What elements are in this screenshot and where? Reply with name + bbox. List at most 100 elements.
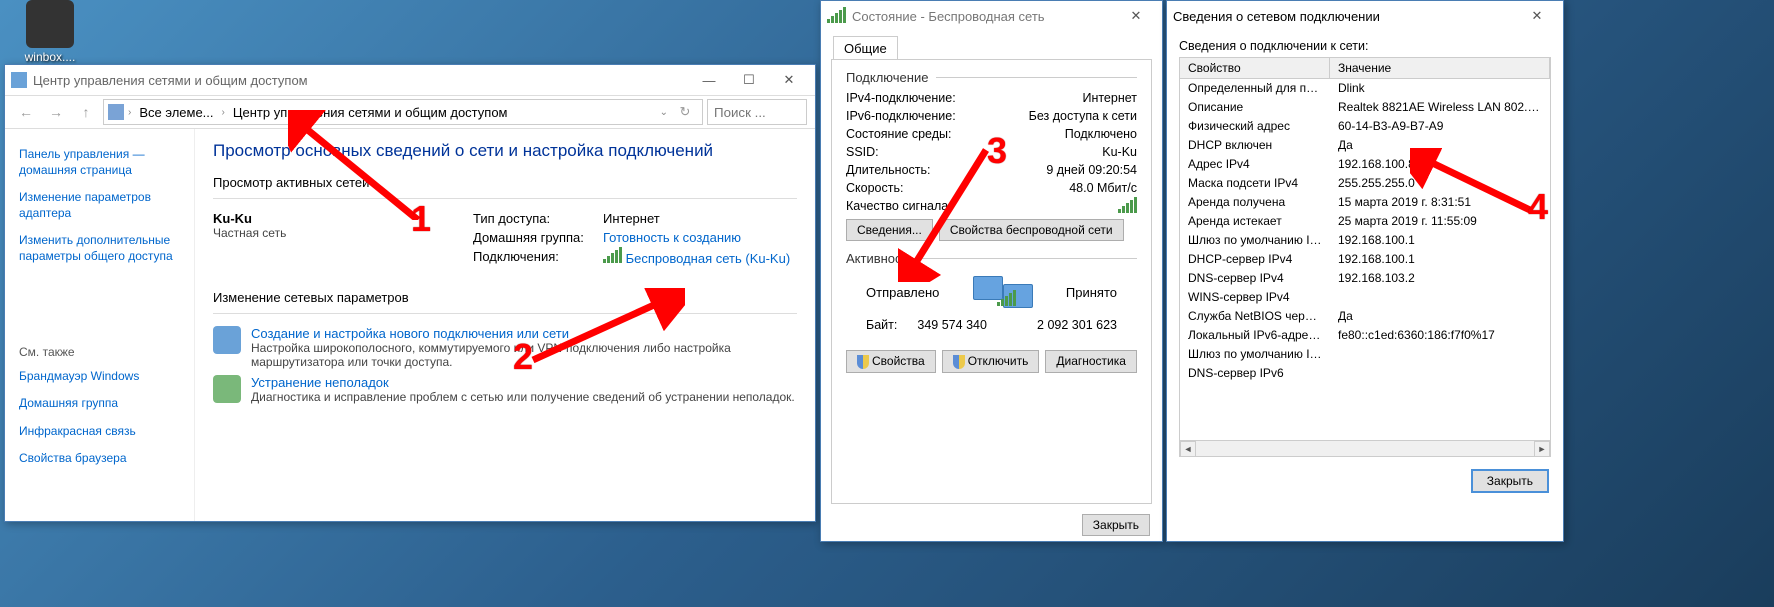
detail-row[interactable]: DHCP-сервер IPv4192.168.100.1 bbox=[1180, 250, 1550, 269]
column-property[interactable]: Свойство bbox=[1180, 58, 1330, 78]
bytes-received-value: 2 092 301 623 bbox=[1037, 318, 1117, 332]
homegroup-link[interactable]: Готовность к созданию bbox=[603, 230, 741, 245]
details-caption: Сведения о подключении к сети: bbox=[1179, 39, 1551, 53]
link-infrared[interactable]: Инфракрасная связь bbox=[19, 424, 180, 440]
address-bar-row: ← → ↑ › Все элеме... › Центр управления … bbox=[5, 95, 815, 129]
speed-label: Скорость: bbox=[846, 181, 903, 195]
signal-icon bbox=[827, 9, 846, 23]
task-desc: Настройка широкополосного, коммутируемог… bbox=[251, 341, 797, 369]
desktop-shortcut-winbox[interactable]: winbox.... bbox=[10, 0, 90, 64]
task-troubleshoot[interactable]: Устранение неполадок Диагностика и испра… bbox=[213, 375, 797, 404]
address-bar[interactable]: › Все элеме... › Центр управления сетями… bbox=[103, 99, 703, 125]
detail-row[interactable]: Служба NetBIOS через T...Да bbox=[1180, 307, 1550, 326]
minimize-button[interactable]: — bbox=[689, 66, 729, 94]
connection-section-label: Подключение bbox=[846, 70, 928, 85]
desktop-shortcut-label: winbox.... bbox=[10, 50, 90, 64]
detail-value: 192.168.100.1 bbox=[1330, 250, 1550, 269]
ssid-label: SSID: bbox=[846, 145, 879, 159]
link-adapter-settings[interactable]: Изменение параметров адаптера bbox=[19, 190, 180, 221]
shield-icon bbox=[953, 355, 965, 369]
back-button[interactable]: ← bbox=[13, 99, 39, 125]
chevron-right-icon: › bbox=[222, 107, 225, 118]
detail-row[interactable]: Локальный IPv6-адрес ка...fe80::c1ed:636… bbox=[1180, 326, 1550, 345]
signal-quality-icon bbox=[1118, 199, 1137, 213]
window-network-details: Сведения о сетевом подключении ✕ Сведени… bbox=[1166, 0, 1564, 542]
access-type-label: Тип доступа: bbox=[473, 211, 603, 226]
active-networks-heading: Просмотр активных сетей bbox=[213, 175, 797, 190]
task-new-connection[interactable]: Создание и настройка нового подключения … bbox=[213, 326, 797, 369]
up-button[interactable]: ↑ bbox=[73, 99, 99, 125]
ipv4-value: Интернет bbox=[1082, 91, 1137, 105]
tab-general[interactable]: Общие bbox=[833, 36, 898, 60]
duration-label: Длительность: bbox=[846, 163, 931, 177]
link-browser-props[interactable]: Свойства браузера bbox=[19, 451, 180, 467]
controlpanel-icon bbox=[108, 104, 124, 120]
diagnostics-button[interactable]: Диагностика bbox=[1045, 350, 1137, 373]
detail-value: 192.168.100.1 bbox=[1330, 231, 1550, 250]
access-type-value: Интернет bbox=[603, 211, 660, 226]
detail-row[interactable]: Физический адрес60-14-B3-A9-B7-A9 bbox=[1180, 117, 1550, 136]
detail-row[interactable]: DHCP включенДа bbox=[1180, 136, 1550, 155]
detail-property: Аренда получена bbox=[1180, 193, 1330, 212]
chevron-down-icon[interactable]: ⌄ bbox=[660, 107, 668, 118]
detail-property: Локальный IPv6-адрес ка... bbox=[1180, 326, 1330, 345]
titlebar: Сведения о сетевом подключении ✕ bbox=[1167, 1, 1563, 31]
detail-row[interactable]: Аренда истекает25 марта 2019 г. 11:55:09 bbox=[1180, 212, 1550, 231]
detail-row[interactable]: Маска подсети IPv4255.255.255.0 bbox=[1180, 174, 1550, 193]
task-desc: Диагностика и исправление проблем с сеть… bbox=[251, 390, 795, 404]
column-value[interactable]: Значение bbox=[1330, 58, 1550, 78]
media-label: Состояние среды: bbox=[846, 127, 951, 141]
active-network-block: Ku-Ku Частная сеть Тип доступа:Интернет … bbox=[213, 211, 797, 270]
sidebar: Панель управления — домашняя страница Из… bbox=[5, 129, 195, 521]
window-title: Сведения о сетевом подключении bbox=[1173, 9, 1380, 24]
detail-row[interactable]: DNS-сервер IPv6 bbox=[1180, 364, 1550, 383]
close-button[interactable]: ✕ bbox=[769, 66, 809, 94]
link-firewall[interactable]: Брандмауэр Windows bbox=[19, 369, 180, 385]
detail-value: Realtek 8821AE Wireless LAN 802.11ac PCI… bbox=[1330, 98, 1550, 117]
detail-value: 60-14-B3-A9-B7-A9 bbox=[1330, 117, 1550, 136]
forward-button[interactable]: → bbox=[43, 99, 69, 125]
detail-row[interactable]: Шлюз по умолчанию IPv6 bbox=[1180, 345, 1550, 364]
wireless-properties-button[interactable]: Свойства беспроводной сети bbox=[939, 219, 1124, 241]
properties-button[interactable]: Свойства bbox=[846, 350, 936, 373]
scroll-right-button[interactable]: ► bbox=[1534, 441, 1550, 457]
speed-value: 48.0 Мбит/с bbox=[1069, 181, 1137, 195]
detail-row[interactable]: WINS-сервер IPv4 bbox=[1180, 288, 1550, 307]
detail-value: Да bbox=[1330, 136, 1550, 155]
detail-row[interactable]: DNS-сервер IPv4192.168.103.2 bbox=[1180, 269, 1550, 288]
disable-button[interactable]: Отключить bbox=[942, 350, 1040, 373]
detail-property: Служба NetBIOS через T... bbox=[1180, 307, 1330, 326]
detail-row[interactable]: Определенный для подк...Dlink bbox=[1180, 79, 1550, 98]
horizontal-scrollbar[interactable]: ◄ ► bbox=[1180, 440, 1550, 456]
breadcrumb-all-elements[interactable]: Все элеме... bbox=[135, 105, 217, 120]
link-sharing-settings[interactable]: Изменить дополнительные параметры общего… bbox=[19, 233, 180, 264]
refresh-button[interactable]: ↻ bbox=[672, 99, 698, 125]
close-button[interactable]: ✕ bbox=[1116, 2, 1156, 30]
detail-row[interactable]: Адрес IPv4192.168.100.8 bbox=[1180, 155, 1550, 174]
details-list: Свойство Значение Определенный для подк.… bbox=[1179, 57, 1551, 457]
detail-property: Маска подсети IPv4 bbox=[1180, 174, 1330, 193]
link-control-panel-home[interactable]: Панель управления — домашняя страница bbox=[19, 147, 180, 178]
details-button[interactable]: Сведения... bbox=[846, 219, 933, 241]
activity-monitors-icon bbox=[973, 272, 1033, 312]
maximize-button[interactable]: ☐ bbox=[729, 66, 769, 94]
detail-value bbox=[1330, 345, 1550, 364]
duration-value: 9 дней 09:20:54 bbox=[1046, 163, 1137, 177]
breadcrumb-network-center[interactable]: Центр управления сетями и общим доступом bbox=[229, 105, 512, 120]
close-button[interactable]: ✕ bbox=[1517, 2, 1557, 30]
link-homegroup[interactable]: Домашняя группа bbox=[19, 396, 180, 412]
homegroup-label: Домашняя группа: bbox=[473, 230, 603, 245]
close-dialog-button[interactable]: Закрыть bbox=[1082, 514, 1150, 536]
close-dialog-button[interactable]: Закрыть bbox=[1471, 469, 1549, 493]
detail-row[interactable]: Шлюз по умолчанию IPv4192.168.100.1 bbox=[1180, 231, 1550, 250]
signal-icon bbox=[603, 249, 622, 263]
detail-row[interactable]: ОписаниеRealtek 8821AE Wireless LAN 802.… bbox=[1180, 98, 1550, 117]
connection-name: Беспроводная сеть (Ku-Ku) bbox=[626, 251, 791, 266]
detail-value: 192.168.100.8 bbox=[1330, 155, 1550, 174]
search-input[interactable] bbox=[707, 99, 807, 125]
scroll-left-button[interactable]: ◄ bbox=[1180, 441, 1196, 457]
detail-row[interactable]: Аренда получена15 марта 2019 г. 8:31:51 bbox=[1180, 193, 1550, 212]
bytes-label: Байт: bbox=[866, 318, 897, 332]
detail-value: fe80::c1ed:6360:186:f7f0%17 bbox=[1330, 326, 1550, 345]
connection-link[interactable]: Беспроводная сеть (Ku-Ku) bbox=[603, 249, 790, 266]
